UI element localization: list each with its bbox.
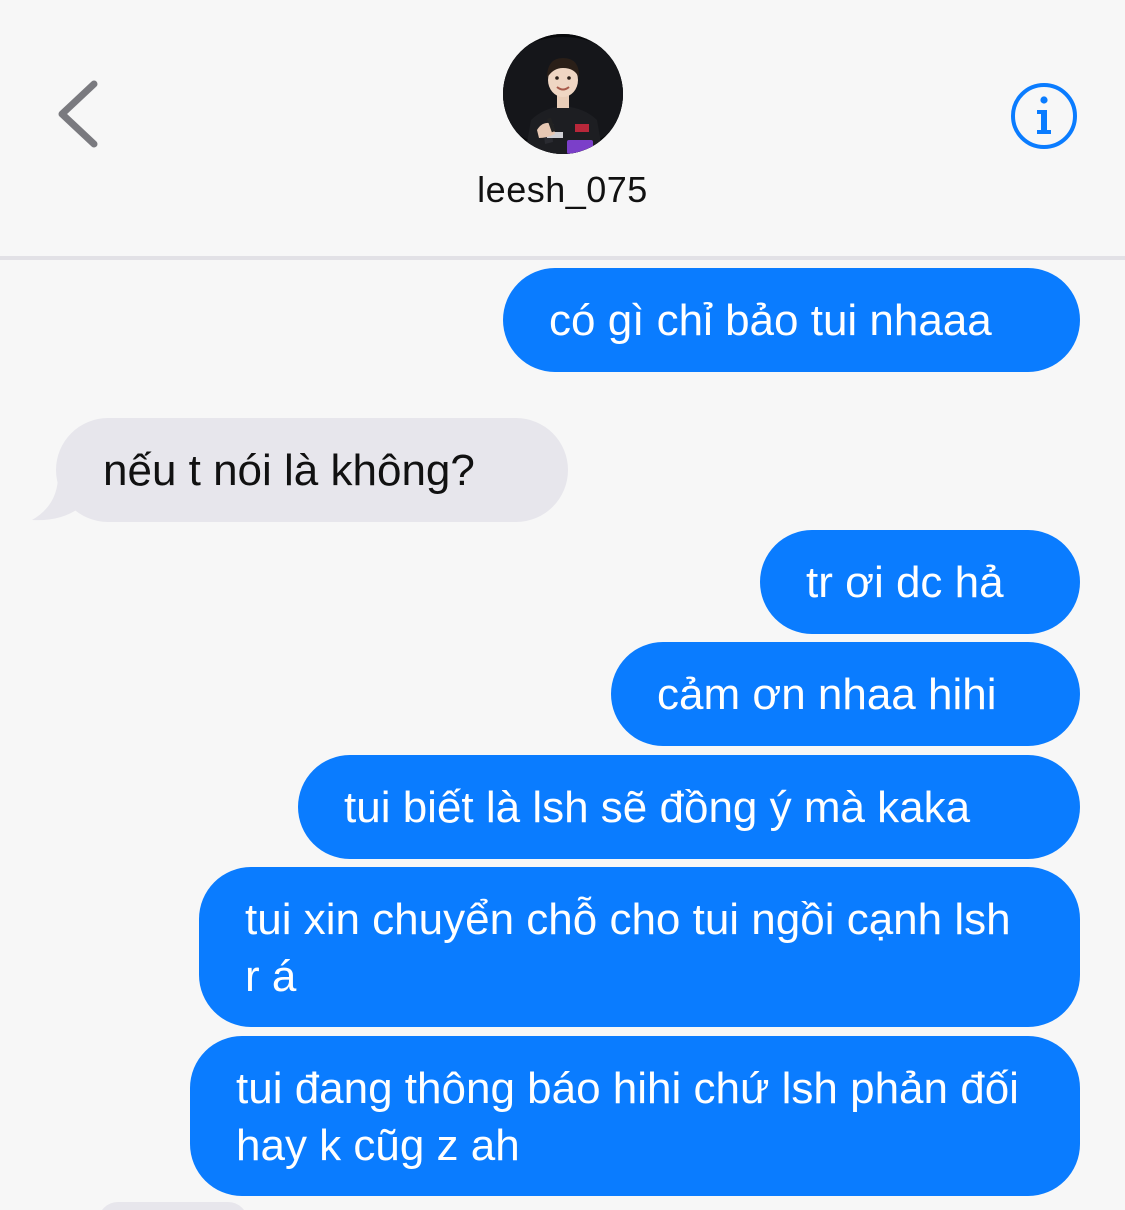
message-text: tr ơi dc hả — [806, 558, 1004, 607]
sent-message-bubble[interactable]: có gì chỉ bảo tui nhaaa — [503, 268, 1080, 372]
sent-message-bubble[interactable]: tui xin chuyển chỗ cho tui ngồi cạnh lsh… — [199, 867, 1080, 1027]
sent-message-bubble[interactable]: tr ơi dc hả — [760, 530, 1080, 634]
avatar-photo — [503, 34, 623, 154]
message-text: tui xin chuyển chỗ cho tui ngồi cạnh lsh… — [245, 895, 1011, 1001]
message-text: tui đang thông báo hihi chứ lsh phản đối… — [236, 1064, 1019, 1170]
received-message-bubble[interactable]: nếu t nói là không? — [56, 418, 568, 522]
sent-message-bubble[interactable]: tui biết là lsh sẽ đồng ý mà kaka — [298, 755, 1080, 859]
message-text: tui biết là lsh sẽ đồng ý mà kaka — [344, 783, 971, 832]
chevron-left-icon — [58, 80, 98, 148]
message-text: nếu t nói là không? — [103, 446, 475, 495]
info-button[interactable] — [1008, 80, 1080, 152]
sent-message-bubble[interactable]: tui đang thông báo hihi chứ lsh phản đối… — [190, 1036, 1080, 1196]
header-divider — [0, 256, 1125, 260]
message-text: cảm ơn nhaa hihi — [657, 670, 997, 719]
sent-message-bubble[interactable]: cảm ơn nhaa hihi — [611, 642, 1080, 746]
message-text: có gì chỉ bảo tui nhaaa — [549, 296, 992, 345]
back-button[interactable] — [48, 72, 112, 156]
contact-name[interactable]: leesh_075 — [0, 168, 1125, 212]
received-message-bubble-partial[interactable] — [98, 1202, 248, 1210]
info-circle-icon — [1011, 83, 1077, 149]
chat-screen: leesh_075 có gì chỉ bảo tui nhaaa nếu t … — [0, 0, 1125, 1210]
contact-avatar[interactable] — [503, 34, 623, 154]
conversation-header: leesh_075 — [0, 0, 1125, 256]
